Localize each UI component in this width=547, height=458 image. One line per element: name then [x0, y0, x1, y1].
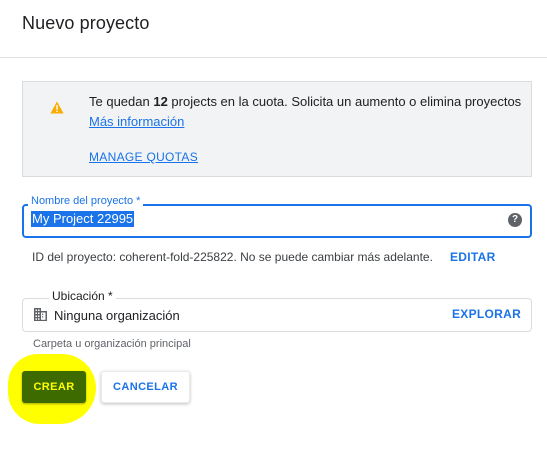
- project-name-value[interactable]: My Project 22995: [31, 211, 135, 227]
- create-button[interactable]: CREAR: [22, 371, 86, 403]
- explore-button[interactable]: EXPLORAR: [452, 307, 521, 321]
- manage-quotas-link[interactable]: MANAGE QUOTAS: [89, 150, 198, 164]
- warning-icon: [50, 101, 64, 114]
- quota-notice-text: Te quedan 12 projects en la cuota. Solic…: [89, 94, 522, 109]
- header-divider: [0, 57, 547, 58]
- building-icon: [34, 308, 47, 321]
- cancel-button[interactable]: CANCELAR: [101, 371, 190, 403]
- location-label: Ubicación *: [49, 289, 116, 303]
- project-id-text: ID del proyecto: coherent-fold-225822. N…: [32, 250, 433, 264]
- help-icon[interactable]: ?: [508, 213, 522, 227]
- edit-project-id-button[interactable]: EDITAR: [450, 250, 496, 264]
- new-project-page: Nuevo proyecto Te quedan 12 projects en …: [0, 0, 547, 458]
- more-info-link[interactable]: Más información: [89, 114, 184, 129]
- location-value: Ninguna organización: [54, 308, 180, 323]
- page-title: Nuevo proyecto: [22, 13, 150, 33]
- quota-notice: Te quedan 12 projects en la cuota. Solic…: [22, 81, 532, 177]
- location-helper-text: Carpeta u organización principal: [33, 338, 191, 350]
- project-name-label: Nombre del proyecto *: [28, 195, 144, 207]
- quota-count: 12: [153, 94, 168, 109]
